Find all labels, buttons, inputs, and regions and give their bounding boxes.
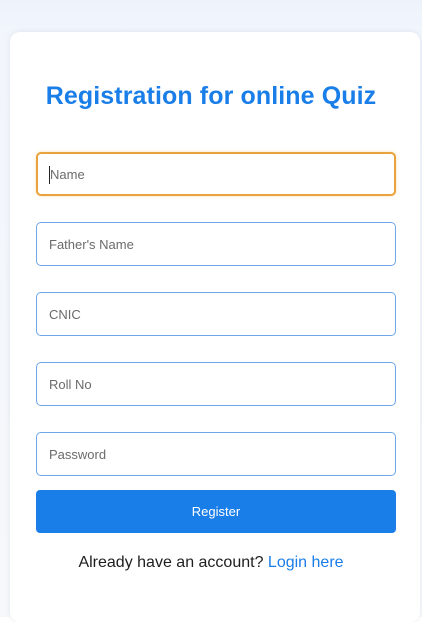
login-prompt-text: Already have an account? xyxy=(78,554,264,571)
register-button[interactable]: Register xyxy=(36,490,396,533)
form-title: Registration for online Quiz xyxy=(45,82,377,110)
name-input[interactable] xyxy=(36,152,396,196)
text-cursor xyxy=(49,166,50,184)
login-link[interactable]: Login here xyxy=(268,554,344,571)
password-input[interactable] xyxy=(36,432,396,476)
fathers-name-input[interactable] xyxy=(36,222,396,266)
cnic-input[interactable] xyxy=(36,292,396,336)
roll-no-input[interactable] xyxy=(36,362,396,406)
login-prompt: Already have an account? Login here xyxy=(0,554,422,572)
